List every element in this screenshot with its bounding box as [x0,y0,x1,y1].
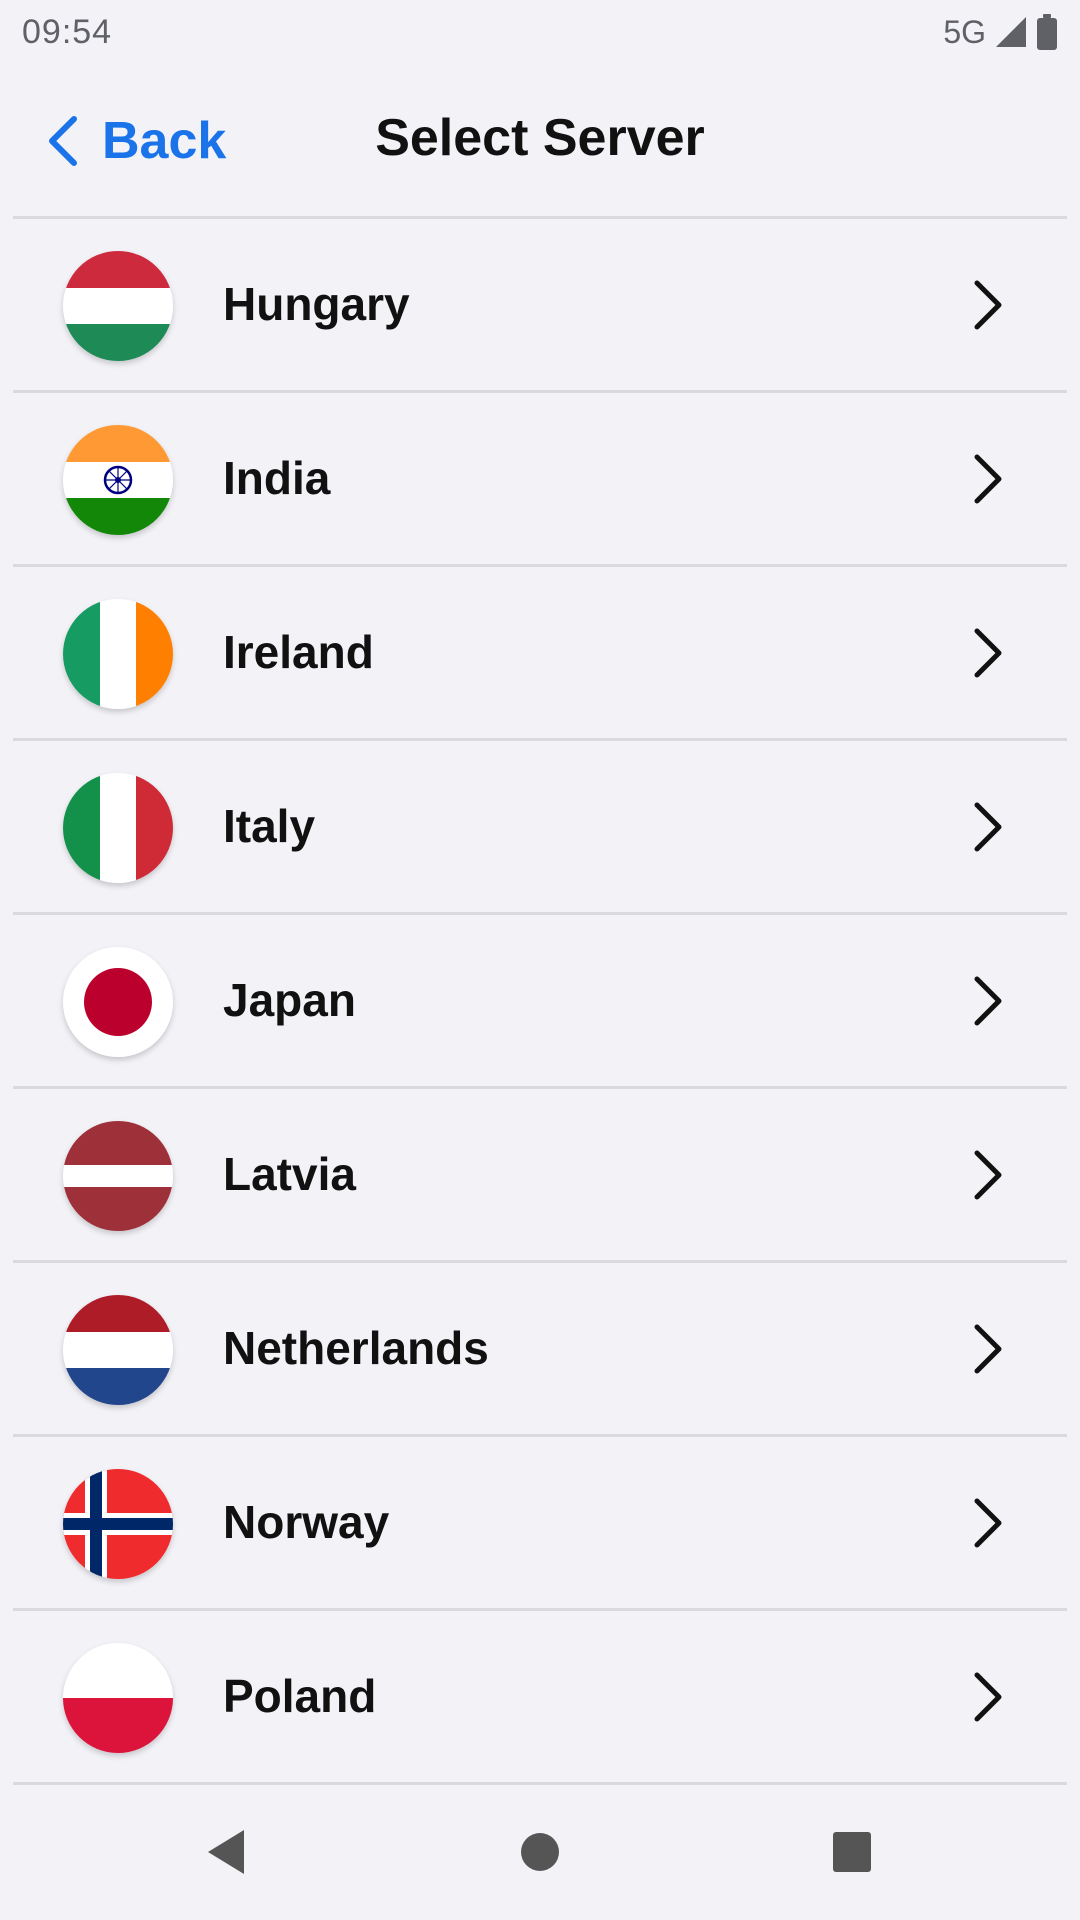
system-navigation-bar [0,1784,1080,1920]
server-item-poland[interactable]: Poland [13,1611,1067,1785]
server-name: Poland [223,1670,377,1722]
server-list: Hungary India Ireland Italy Japan Latvia… [13,219,1067,1785]
poland-flag-icon [63,1643,173,1753]
server-name: Netherlands [223,1322,489,1374]
battery-icon [1037,14,1057,50]
server-item-italy[interactable]: Italy [13,741,1067,915]
ireland-flag-icon [63,599,173,709]
server-item-japan[interactable]: Japan [13,915,1067,1089]
server-item-ireland[interactable]: Ireland [13,567,1067,741]
server-name: Italy [223,800,316,852]
italy-flag-icon [63,773,173,883]
status-time: 09:54 [22,12,113,51]
server-name: Ireland [223,626,374,678]
server-name: Japan [223,974,356,1026]
chevron-right-icon [974,1498,1002,1548]
chevron-right-icon [974,802,1002,852]
chevron-right-icon [974,1150,1002,1200]
server-item-latvia[interactable]: Latvia [13,1089,1067,1263]
server-item-netherlands[interactable]: Netherlands [13,1263,1067,1437]
server-item-norway[interactable]: Norway [13,1437,1067,1611]
server-name: Norway [223,1496,390,1548]
chevron-right-icon [974,280,1002,330]
japan-flag-icon [63,947,173,1057]
navigation-bar: Back Select Server [0,64,1080,216]
latvia-flag-icon [63,1121,173,1231]
recents-square-icon[interactable] [832,1828,872,1876]
server-name: Hungary [223,278,410,330]
server-item-india[interactable]: India [13,393,1067,567]
chevron-right-icon [974,628,1002,678]
page-title: Select Server [375,109,705,167]
home-circle-icon[interactable] [520,1828,560,1876]
back-triangle-icon[interactable] [204,1828,248,1876]
server-item-hungary[interactable]: Hungary [13,219,1067,393]
server-name: Latvia [223,1148,356,1200]
chevron-right-icon [974,1672,1002,1722]
network-type: 5G [943,13,986,50]
chevron-right-icon [974,454,1002,504]
status-bar: 09:54 5G [0,0,1080,64]
signal-icon [996,17,1026,47]
norway-flag-icon [63,1469,173,1579]
status-icons: 5G [943,14,1058,51]
server-name: India [223,452,331,504]
chevron-right-icon [974,976,1002,1026]
hungary-flag-icon [63,251,173,361]
netherlands-flag-icon [63,1295,173,1405]
india-flag-icon [63,425,173,535]
chevron-right-icon [974,1324,1002,1374]
